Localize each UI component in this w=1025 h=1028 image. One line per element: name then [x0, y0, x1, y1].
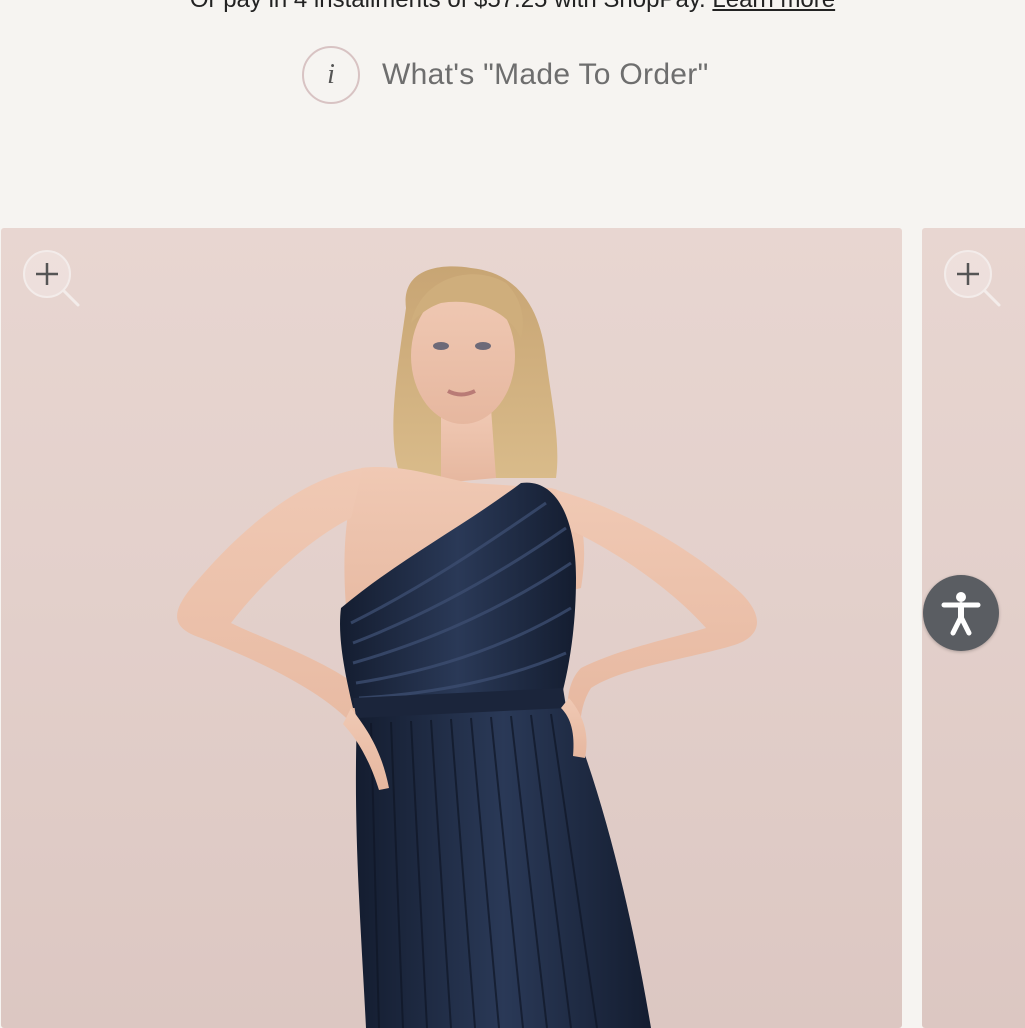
info-icon: i: [302, 46, 360, 104]
product-photo: [177, 266, 758, 1028]
learn-more-link[interactable]: Learn more: [712, 0, 835, 13]
zoom-in-icon[interactable]: [942, 248, 1004, 310]
installments-text: Or pay in 4 installments of $57.25 with …: [0, 0, 1025, 14]
accessibility-icon: [941, 592, 981, 636]
info-glyph: i: [327, 59, 335, 90]
zoom-in-icon[interactable]: [21, 248, 83, 310]
product-image-1[interactable]: [1, 228, 902, 1028]
installments-copy: Or pay in 4 installments of $57.25 with …: [190, 0, 706, 13]
accessibility-button[interactable]: [923, 575, 999, 651]
made-to-order-label: What's "Made To Order": [382, 58, 709, 91]
made-to-order-info[interactable]: i What's "Made To Order": [302, 44, 709, 106]
